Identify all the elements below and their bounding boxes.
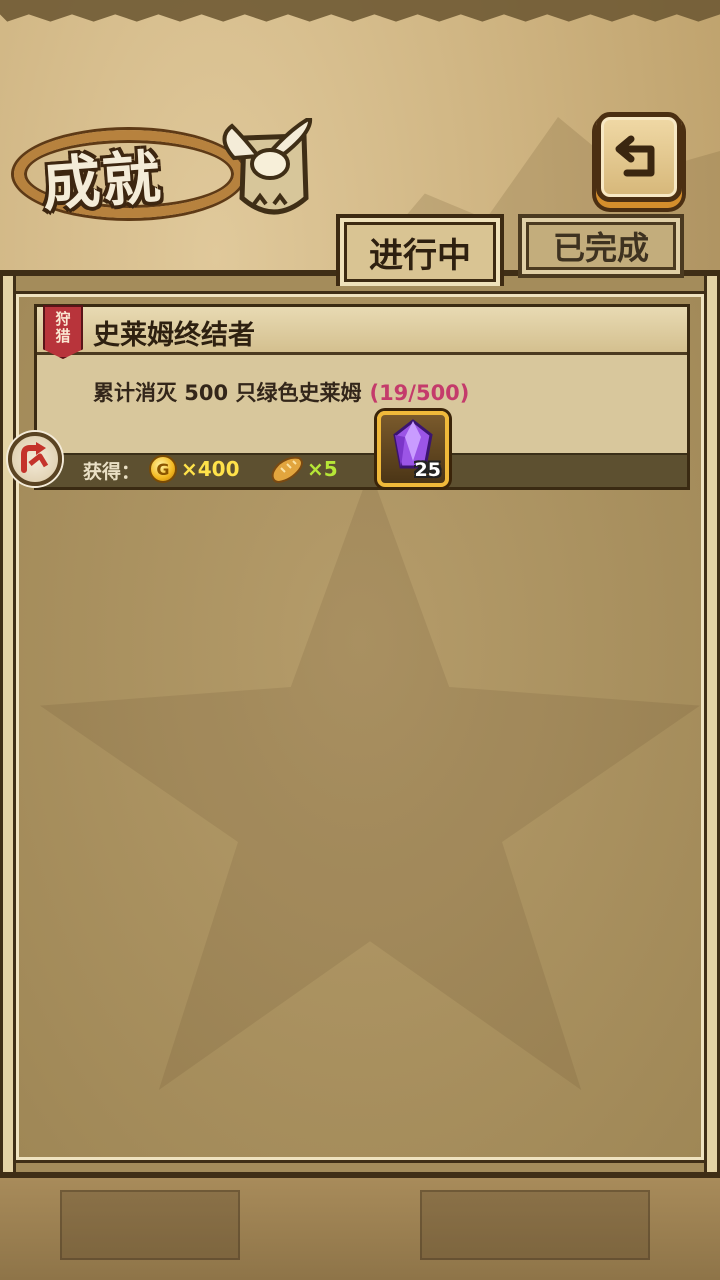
achievement-title: 史莱姆终结者 [93,320,255,351]
bread-icon [271,456,303,484]
coin-symbol: G [156,459,170,479]
winged-emblem-icon [222,118,313,215]
coin-reward-amount: ×400 [181,457,240,481]
tab-label: 进行中 [369,235,471,276]
page-title: 成就 [40,142,165,220]
panel-right-border [704,276,720,1172]
bottom-plank [420,1190,650,1260]
bottom-plank [60,1190,240,1260]
achievement-description: 累计消灭 500 只绿色史莱姆 (19/500) [93,377,469,407]
go-arrow-icon [21,442,49,473]
category-tag: 狩 猎 [43,305,83,359]
reward-label: 获得： [83,461,141,483]
coin-icon: G [149,455,177,483]
gem-reward-slot[interactable]: 25 [377,411,449,487]
title-emblem: 成就 [14,108,314,238]
panel-left-border [0,276,16,1172]
gem-reward-count: 25 [414,459,441,481]
back-button[interactable] [596,112,682,202]
achievement-card[interactable]: 狩 猎 史莱姆终结者 累计消灭 500 只绿色史莱姆 (19/500) 获得： G… [34,304,690,490]
achievement-progress: (19/500) [369,381,470,405]
tab-label: 已完成 [552,229,649,267]
tab-completed[interactable]: 已完成 [518,214,684,278]
category-tag-char: 狩 [55,310,71,328]
tab-in-progress[interactable]: 进行中 [336,214,504,286]
go-to-achievement-button[interactable] [8,432,62,486]
achievement-goal: 累计消灭 500 只绿色史莱姆 [93,381,362,405]
back-arrow-icon [615,135,655,177]
category-tag-char: 猎 [55,327,71,345]
bread-reward-amount: ×5 [307,457,338,481]
